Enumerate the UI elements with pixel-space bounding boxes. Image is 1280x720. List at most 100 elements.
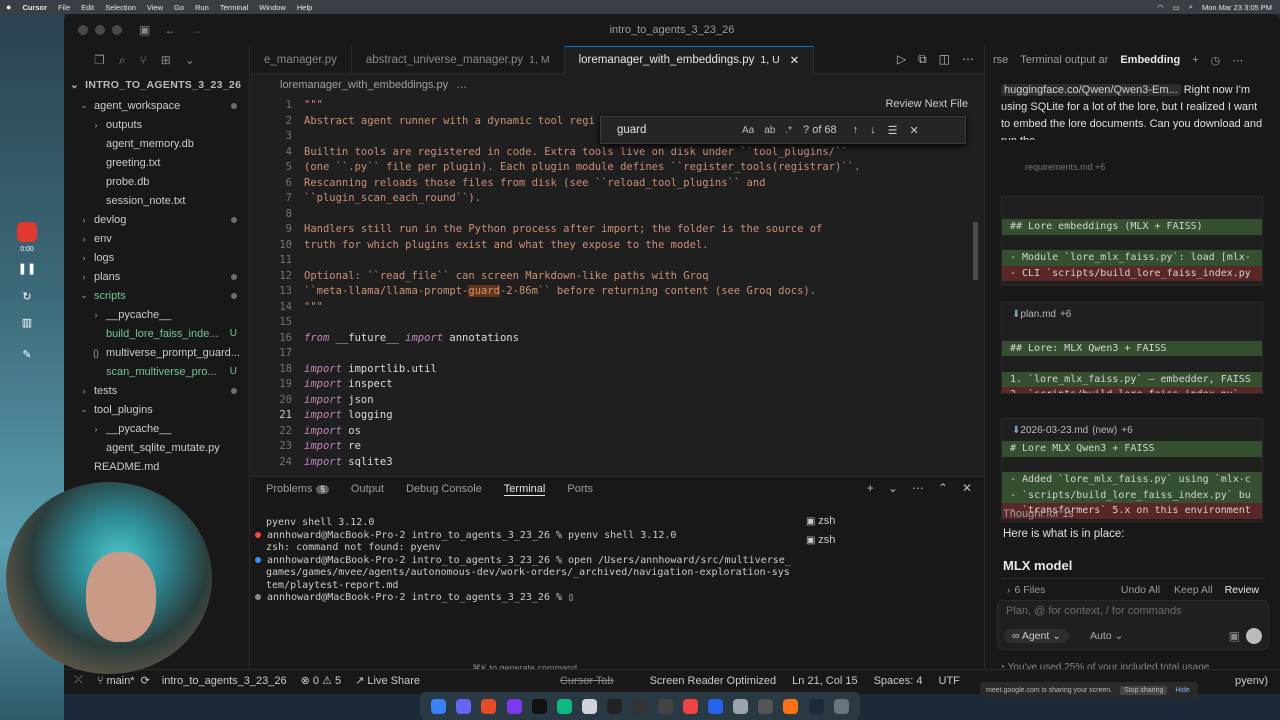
new-chat-icon[interactable]: + [1192, 54, 1198, 66]
tree-item[interactable]: › plans [64, 267, 249, 286]
tree-item[interactable]: › __pycache__ [64, 305, 249, 324]
keep-all-button[interactable]: Keep All [1174, 584, 1213, 596]
app-icon[interactable] [506, 698, 522, 714]
app-icon[interactable] [707, 698, 723, 714]
tree-item[interactable]: ⌄ agent_workspace [64, 96, 249, 115]
find-in-selection-icon[interactable]: ☰ [888, 124, 898, 137]
scrollbar[interactable] [973, 222, 978, 280]
review-next-file-button[interactable]: Review Next File [885, 98, 968, 110]
match-case-toggle[interactable]: Aa [742, 125, 754, 136]
compare-icon[interactable]: ⧉ [918, 52, 927, 67]
model-selector[interactable]: Auto ⌄ [1090, 630, 1123, 642]
breadcrumb-file[interactable]: loremanager_with_embeddings.py [280, 79, 448, 91]
panel-tab[interactable]: Terminal [503, 483, 546, 496]
tree-item[interactable]: session_note.txt [64, 191, 249, 210]
wifi-icon[interactable]: ◠ [1157, 3, 1164, 12]
hide-button[interactable]: Hide [1175, 687, 1189, 694]
source-control-icon[interactable]: ⑂ [140, 53, 147, 67]
thought-label[interactable]: Thought for 1s [1003, 508, 1074, 520]
python-env[interactable]: pyenv) [1235, 675, 1268, 687]
diff-card[interactable]: ## Lore embeddings (MLX + FAISS) - Module… [1001, 196, 1263, 286]
chevron-down-icon[interactable]: ⌄ [888, 481, 898, 495]
editor-tab[interactable]: e_manager.py [250, 45, 352, 74]
menu-app[interactable]: Cursor [22, 3, 47, 12]
settings-icon[interactable] [733, 698, 749, 714]
clock[interactable]: Mon Mar 23 3:05 PM [1202, 3, 1272, 12]
extensions-icon[interactable]: ⊞ [161, 53, 171, 67]
chevron-down-icon[interactable]: ⌄ [185, 53, 195, 67]
tree-item[interactable]: greeting.txt [64, 153, 249, 172]
battery-icon[interactable]: ▭ [1173, 3, 1180, 12]
menu-item[interactable]: Help [297, 3, 312, 12]
tree-item[interactable]: › outputs [64, 115, 249, 134]
files-count[interactable]: 6 Files [1015, 584, 1046, 596]
remote-icon[interactable]: ⤫ [74, 674, 83, 687]
app-icon[interactable] [556, 698, 572, 714]
chat-tab[interactable]: rse [993, 54, 1008, 66]
workspace-name[interactable]: intro_to_agents_3_23_26 [162, 675, 287, 687]
diff-card-header[interactable]: ⬇ 2026-03-23.md (new) +6 [1002, 419, 1262, 441]
app-icon[interactable] [758, 698, 774, 714]
next-match-icon[interactable]: ↓ [870, 124, 876, 136]
menu-item[interactable]: Selection [105, 3, 136, 12]
files-icon[interactable]: ❐ [94, 53, 105, 67]
apple-icon[interactable]: ● [6, 2, 11, 12]
chat-tab[interactable]: Terminal output ar [1020, 54, 1108, 66]
review-button[interactable]: Review [1225, 584, 1259, 596]
encoding[interactable]: UTF [939, 675, 960, 687]
stop-sharing-button[interactable]: Stop sharing [1120, 685, 1168, 695]
live-share[interactable]: ↗ Live Share [355, 674, 420, 687]
regex-toggle[interactable]: .* [785, 125, 792, 136]
app-icon[interactable] [657, 698, 673, 714]
editor-tab[interactable]: abstract_universe_manager.py 1, M [352, 45, 565, 74]
diff-card[interactable]: ⬇ 2026-03-23.md (new) +6 # Lore MLX Qwen3 +… [1001, 418, 1263, 522]
pen-icon[interactable]: ✎ [8, 348, 46, 361]
microphone-icon[interactable] [1246, 628, 1262, 644]
cursor-position[interactable]: Ln 21, Col 15 [792, 675, 857, 687]
menu-item[interactable]: Window [259, 3, 286, 12]
more-icon[interactable]: ⋯ [1232, 54, 1243, 67]
whole-word-toggle[interactable]: ab [764, 125, 775, 136]
terminal-icon[interactable] [531, 698, 547, 714]
maximize-icon[interactable]: ⌃ [938, 481, 948, 495]
terminal-instance[interactable]: ▣ zsh [806, 534, 835, 553]
problems-status[interactable]: ⊗ 0 ⚠ 5 [301, 674, 342, 687]
chevron-right-icon[interactable]: › [1007, 584, 1011, 596]
run-icon[interactable]: ▷ [897, 52, 906, 67]
panel-tab[interactable]: Output [351, 483, 384, 495]
panel-tab[interactable]: Ports [567, 483, 593, 495]
menu-item[interactable]: View [147, 3, 163, 12]
menu-item[interactable]: File [58, 3, 70, 12]
tree-item[interactable]: probe.db [64, 172, 249, 191]
menu-item[interactable]: Edit [81, 3, 94, 12]
app-icon[interactable] [632, 698, 648, 714]
code-view[interactable]: 1 """ 2 Abstract agent runner with a dynami… [250, 98, 984, 480]
indentation[interactable]: Spaces: 4 [874, 675, 923, 687]
find-input[interactable] [617, 124, 737, 136]
chat-input[interactable]: Plan, @ for context, / for commands [1006, 605, 1182, 617]
tree-item[interactable]: › devlog [64, 210, 249, 229]
finder-icon[interactable] [431, 698, 447, 714]
app-icon[interactable] [582, 698, 598, 714]
previous-match-icon[interactable]: ↑ [853, 124, 859, 136]
panel-tab[interactable]: Problems 5 [266, 483, 329, 495]
search-icon[interactable]: ⌕ [1189, 2, 1193, 12]
sync-icon[interactable]: ⟳ [141, 674, 150, 687]
more-icon[interactable]: ⋯ [912, 481, 924, 495]
undo-all-button[interactable]: Undo All [1121, 584, 1160, 596]
tree-item[interactable]: › env [64, 229, 249, 248]
chrome-icon[interactable] [481, 698, 497, 714]
restart-icon[interactable]: ↻ [8, 290, 46, 303]
user-message[interactable]: huggingface.co/Qwen/Qwen3-Em... Right no… [1001, 82, 1269, 140]
breadcrumb-more[interactable]: … [456, 79, 467, 91]
image-icon[interactable]: ▣ [1229, 629, 1240, 643]
cursor-icon[interactable] [607, 698, 623, 714]
chat-tab[interactable]: Embedding [1120, 54, 1180, 66]
tree-item[interactable]: › __pycache__ [64, 419, 249, 438]
close-icon[interactable]: ✕ [790, 53, 800, 67]
tree-item[interactable]: ⌄ scripts [64, 286, 249, 305]
app-icon[interactable] [682, 698, 698, 714]
diff-card[interactable]: ⬇ plan.md +6 ## Lore: MLX Qwen3 + FAISS 1. … [1001, 302, 1263, 394]
explorer-root[interactable]: ⌄ INTRO_TO_AGENTS_3_23_26 [64, 74, 249, 96]
context-link[interactable]: huggingface.co/Qwen/Qwen3-Em... [1001, 84, 1181, 96]
